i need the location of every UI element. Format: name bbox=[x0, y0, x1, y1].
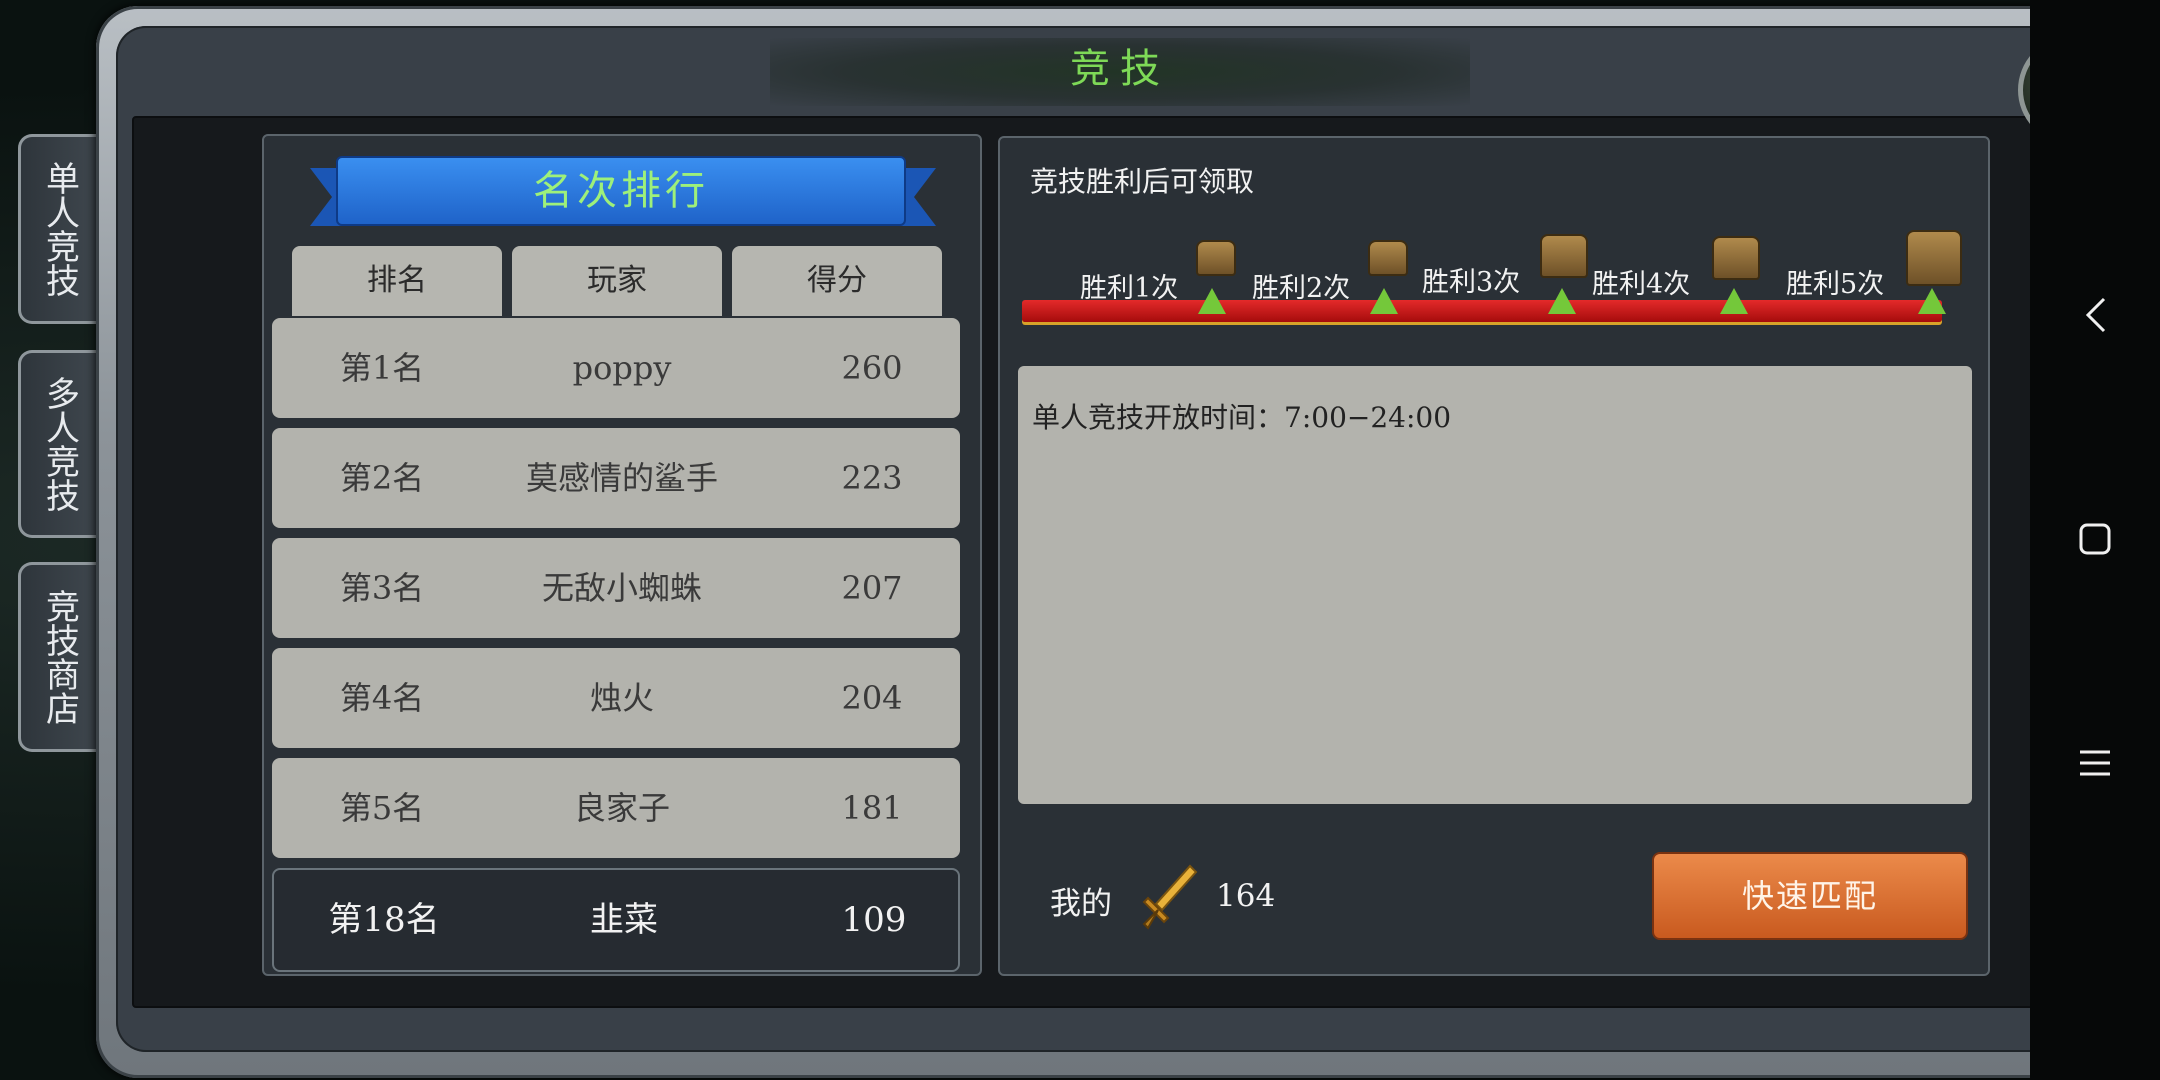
my-label: 我的 bbox=[1050, 886, 1112, 922]
player-cell: 烛火 bbox=[589, 679, 654, 717]
reward-title: 竞技胜利后可领取 bbox=[1030, 165, 1255, 198]
rank-cell: 第4名 bbox=[339, 679, 425, 717]
chest-icon[interactable] bbox=[1540, 234, 1588, 278]
milestone-label: 胜利4次 bbox=[1592, 269, 1691, 300]
player-cell: 莫感情的鲨手 bbox=[525, 459, 718, 497]
milestone-marker-icon bbox=[1548, 288, 1576, 314]
player-cell: 良家子 bbox=[573, 789, 670, 827]
milestone-label: 胜利2次 bbox=[1252, 273, 1351, 304]
chest-icon[interactable] bbox=[1368, 240, 1408, 276]
score-cell: 181 bbox=[841, 789, 903, 827]
ranking-row[interactable]: 第5名 良家子 181 bbox=[272, 758, 960, 858]
back-icon[interactable] bbox=[2070, 290, 2120, 340]
player-cell: 无敌小蜘蛛 bbox=[541, 569, 702, 607]
my-ranking-row: 第18名 韭菜 109 bbox=[272, 868, 960, 972]
milestone-marker-icon bbox=[1720, 288, 1748, 314]
milestone-marker-icon bbox=[1918, 288, 1946, 314]
tab-multi-arena[interactable]: 多人竞技 bbox=[18, 350, 98, 538]
score-cell: 204 bbox=[841, 679, 903, 717]
milestone-marker-icon bbox=[1370, 288, 1398, 314]
milestone-marker-icon bbox=[1198, 288, 1226, 314]
ranking-banner: 名次排行 bbox=[336, 156, 906, 226]
page-title: 竞技 bbox=[1070, 46, 1170, 92]
tab-arena-shop-label: 竞技商店 bbox=[39, 589, 80, 725]
tab-single-arena[interactable]: 单人竞技 bbox=[18, 134, 98, 324]
chest-icon[interactable] bbox=[1906, 230, 1962, 286]
rank-cell: 第5名 bbox=[339, 789, 425, 827]
chest-icon[interactable] bbox=[1196, 240, 1236, 276]
rank-cell: 第1名 bbox=[339, 349, 425, 387]
player-cell: poppy bbox=[572, 349, 672, 387]
menu-icon[interactable] bbox=[2070, 738, 2120, 788]
tab-multi-arena-label: 多人竞技 bbox=[39, 376, 80, 512]
home-icon[interactable] bbox=[2070, 514, 2120, 564]
rank-cell: 第3名 bbox=[339, 569, 425, 607]
chest-icon[interactable] bbox=[1712, 236, 1760, 280]
score-cell: 223 bbox=[841, 459, 903, 497]
open-time-text: 单人竞技开放时间：7:00−24:00 bbox=[1032, 401, 1452, 434]
sword-icon bbox=[1142, 864, 1198, 930]
milestone-label: 胜利5次 bbox=[1786, 269, 1885, 300]
tab-single-arena-label: 单人竞技 bbox=[39, 161, 80, 297]
milestone-label: 胜利1次 bbox=[1080, 273, 1179, 304]
my-player-cell: 韭菜 bbox=[590, 900, 658, 940]
ranking-row[interactable]: 第1名 poppy 260 bbox=[272, 318, 960, 418]
my-rank-cell: 第18名 bbox=[328, 900, 440, 940]
my-score-cell: 109 bbox=[841, 900, 907, 940]
milestone-label: 胜利3次 bbox=[1422, 267, 1521, 298]
column-header-player: 玩家 bbox=[512, 246, 722, 316]
score-cell: 260 bbox=[841, 349, 903, 387]
column-header-score: 得分 bbox=[732, 246, 942, 316]
tab-arena-shop[interactable]: 竞技商店 bbox=[18, 562, 98, 752]
column-header-rank: 排名 bbox=[292, 246, 502, 316]
ranking-row[interactable]: 第2名 莫感情的鲨手 223 bbox=[272, 428, 960, 528]
rank-cell: 第2名 bbox=[339, 459, 425, 497]
my-score: 164 bbox=[1216, 878, 1276, 914]
ranking-row[interactable]: 第3名 无敌小蜘蛛 207 bbox=[272, 538, 960, 638]
quick-match-button[interactable]: 快速匹配 bbox=[1652, 852, 1968, 940]
score-cell: 207 bbox=[841, 569, 903, 607]
ranking-row[interactable]: 第4名 烛火 204 bbox=[272, 648, 960, 748]
